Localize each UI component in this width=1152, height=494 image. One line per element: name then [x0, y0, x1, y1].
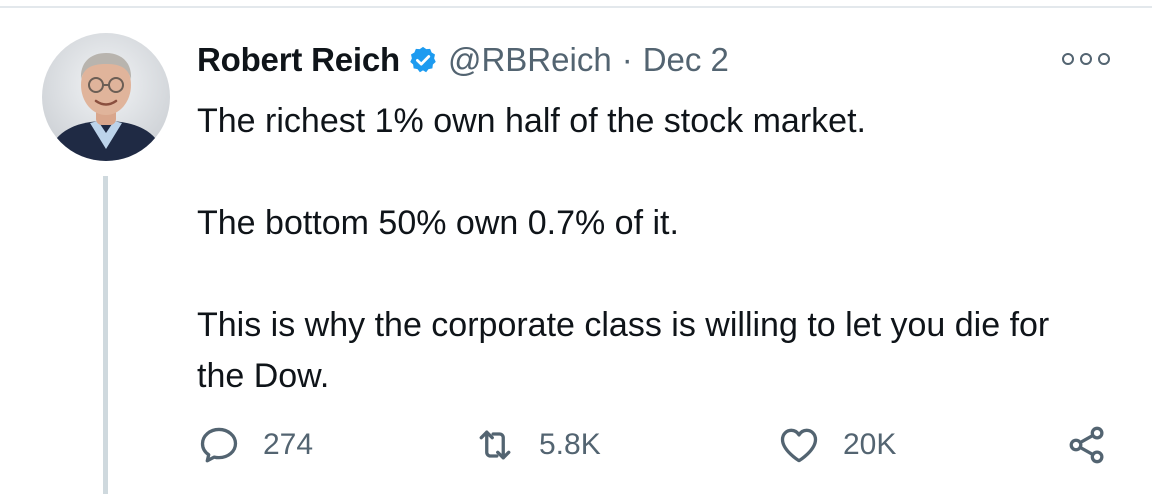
top-divider: [0, 6, 1152, 8]
more-dot: [1062, 53, 1074, 65]
tweet-header: Robert Reich @RBReich · Dec 2: [197, 38, 729, 82]
retweet-button[interactable]: 5.8K: [473, 420, 601, 470]
tweet-date[interactable]: Dec 2: [643, 41, 729, 79]
tweet-paragraph-1: The richest 1% own half of the stock mar…: [197, 102, 866, 140]
avatar-photo-icon: [42, 33, 170, 161]
more-dot: [1098, 53, 1110, 65]
like-count: 20K: [843, 428, 897, 461]
retweet-icon: [479, 430, 511, 460]
more-options-icon[interactable]: [1062, 48, 1110, 70]
share-icon: [1069, 426, 1104, 464]
thread-line: [103, 176, 108, 494]
tweet-paragraph-3: This is why the corporate class is willi…: [197, 306, 1050, 395]
share-button[interactable]: [1065, 420, 1109, 470]
header-separator: ·: [621, 41, 633, 78]
reply-count: 274: [263, 428, 314, 461]
verified-badge-icon: [408, 45, 438, 75]
like-button[interactable]: 20K: [777, 420, 896, 470]
tweet-text: The richest 1% own half of the stock mar…: [197, 96, 1097, 402]
heart-icon: [780, 428, 818, 463]
more-dot: [1080, 53, 1092, 65]
reply-button[interactable]: 274: [197, 420, 313, 470]
author-name[interactable]: Robert Reich: [197, 41, 400, 79]
tweet-actions: 274 5.8K 20K: [197, 420, 1117, 470]
tweet-card: Robert Reich @RBReich · Dec 2 The riches…: [0, 0, 1152, 494]
author-handle[interactable]: @RBReich: [448, 41, 612, 79]
reply-icon: [200, 427, 238, 463]
avatar[interactable]: [42, 33, 170, 161]
retweet-count: 5.8K: [539, 428, 601, 461]
tweet-paragraph-2: The bottom 50% own 0.7% of it.: [197, 204, 679, 242]
